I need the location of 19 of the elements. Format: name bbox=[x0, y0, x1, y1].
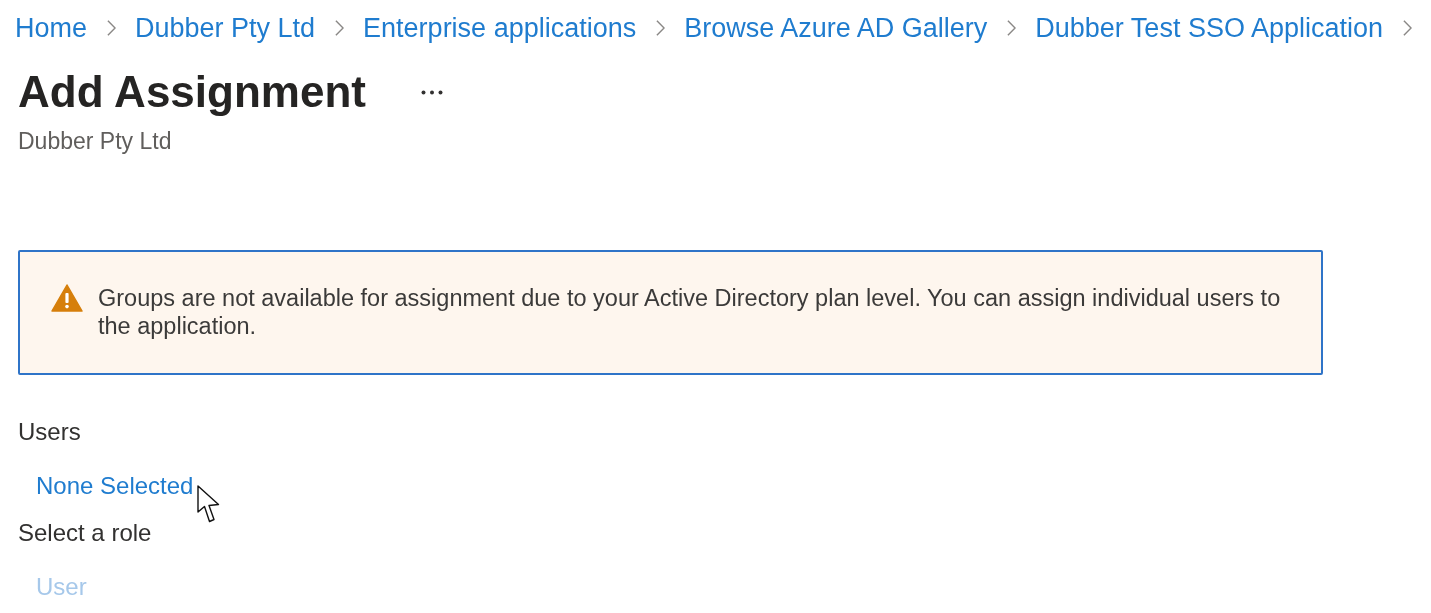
users-link[interactable]: None Selected bbox=[36, 471, 194, 501]
warning-message: Groups are not available for assignment due to your Active Directory plan level. You can assign individual users to the application. bbox=[98, 284, 1282, 340]
chevron-right-icon bbox=[335, 19, 345, 37]
page-subtitle: Dubber Pty Ltd bbox=[18, 127, 172, 155]
breadcrumb-link[interactable]: Dubber Test SSO Application bbox=[1035, 13, 1383, 43]
breadcrumb-link[interactable]: Home bbox=[15, 13, 88, 43]
breadcrumb-link[interactable]: Dubber Pty Ltd bbox=[135, 13, 316, 43]
more-options-icon[interactable] bbox=[420, 89, 443, 95]
chevron-right-icon bbox=[1403, 19, 1412, 37]
chevron-right-icon bbox=[107, 19, 116, 37]
field-label: Users bbox=[18, 417, 81, 447]
pointer-cursor-icon bbox=[197, 485, 220, 523]
chevron-right-icon bbox=[656, 19, 666, 37]
breadcrumb-link[interactable]: Enterprise applications bbox=[363, 13, 637, 43]
page-title: Add Assignment bbox=[18, 66, 366, 118]
warning-icon bbox=[51, 284, 83, 312]
breadcrumb-link[interactable]: Browse Azure AD Gallery bbox=[684, 13, 988, 43]
field-label: Select a role bbox=[18, 518, 152, 548]
chevron-right-icon bbox=[1007, 19, 1017, 37]
